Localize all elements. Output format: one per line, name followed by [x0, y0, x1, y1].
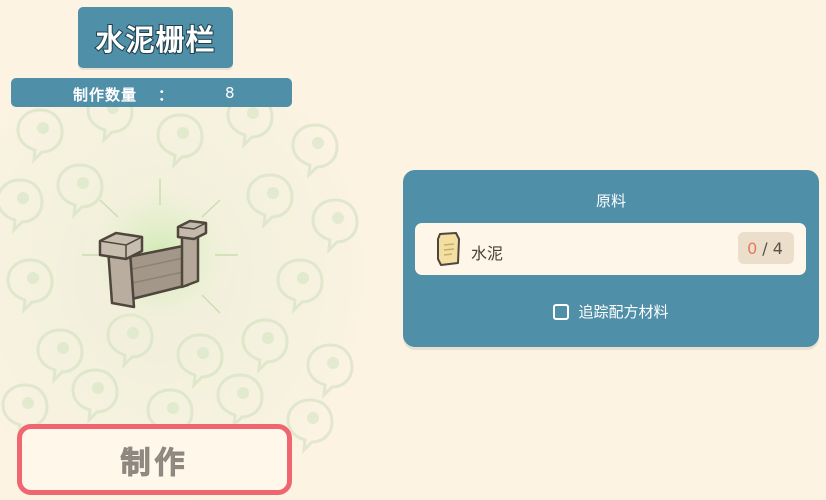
materials-header: 原料 — [595, 192, 626, 210]
cement-bag-icon — [437, 232, 460, 266]
material-row[interactable]: 水泥 0 / 4 — [415, 223, 806, 275]
track-label: 追踪配方材料 — [578, 303, 669, 321]
materials-panel: 原料 水泥 0 / 4 追踪配方材料 — [403, 170, 819, 347]
craft-quantity-bar: 制作数量 ： 8 — [11, 78, 292, 107]
track-recipe-toggle[interactable]: 追踪配方材料 — [403, 301, 819, 322]
quantity-label: 制作数量 — [73, 86, 138, 104]
material-have-count: 0 — [747, 238, 760, 258]
material-need-count: 4 — [772, 238, 785, 258]
craft-button-label: 制作 — [120, 445, 189, 481]
cement-fence-icon — [82, 177, 238, 333]
material-count: 0 / 4 — [738, 232, 794, 264]
material-name: 水泥 — [471, 244, 504, 263]
craft-button[interactable]: 制作 — [17, 424, 292, 495]
track-checkbox[interactable] — [553, 303, 570, 320]
quantity-colon: ： — [158, 86, 174, 104]
material-count-separator: / — [762, 238, 770, 258]
item-title: 水泥栅栏 — [94, 22, 216, 58]
quantity-value: 8 — [225, 84, 235, 102]
item-title-plate: 水泥栅栏 — [78, 7, 233, 68]
